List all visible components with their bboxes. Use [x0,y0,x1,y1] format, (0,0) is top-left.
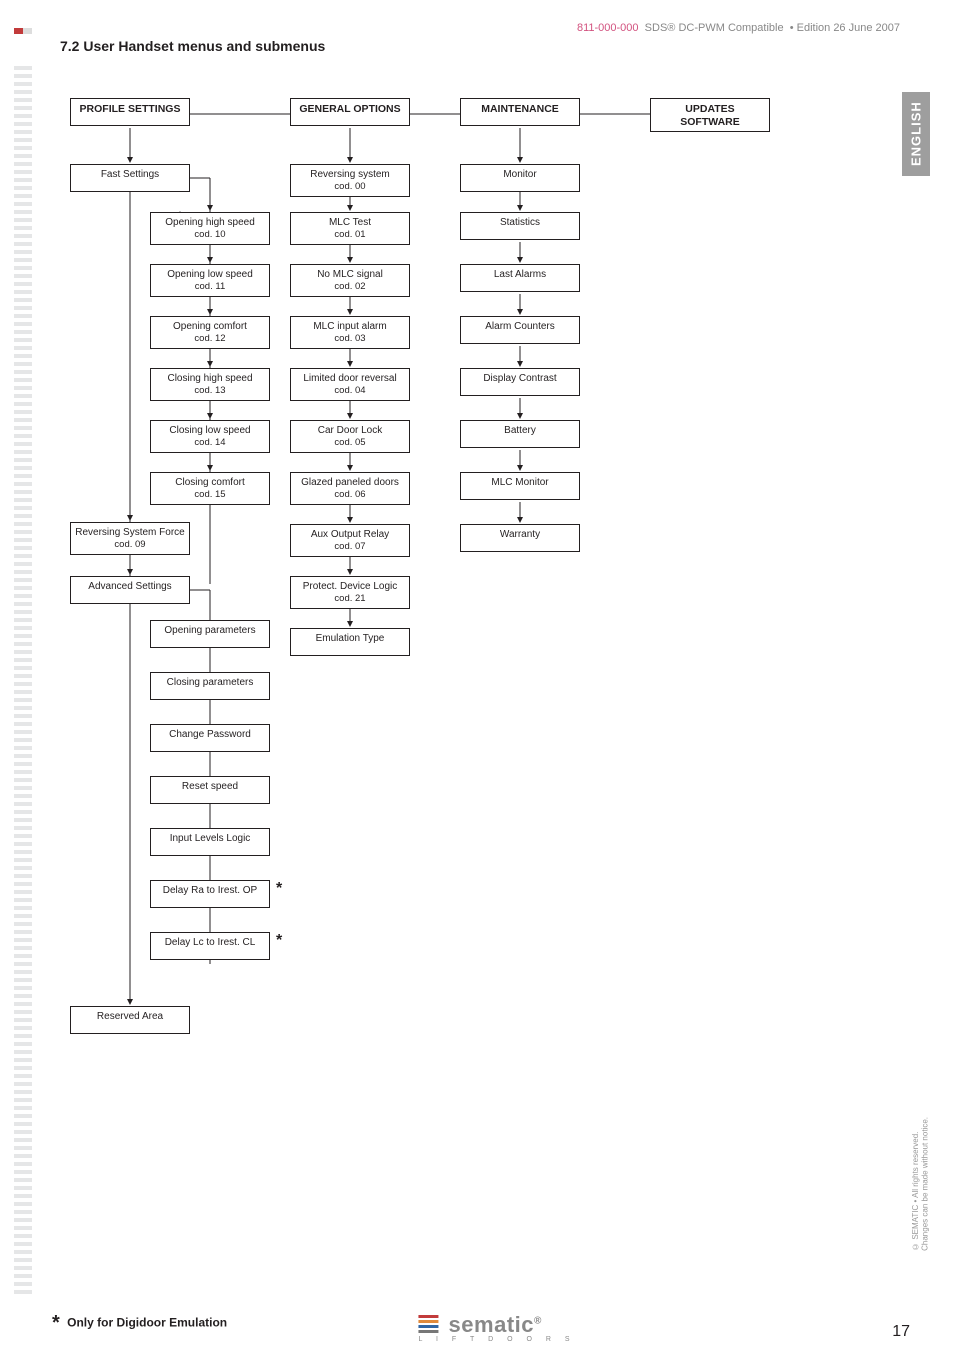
node-closing-high-speed: Closing high speed cod. 13 [150,368,270,401]
node-emulation-type: Emulation Type [290,628,410,656]
node-glazed-paneled-doors: Glazed paneled doors cod. 06 [290,472,410,505]
label: Limited door reversal [303,373,396,384]
node-opening-parameters: Opening parameters [150,620,270,648]
label: Reversing System Force [75,527,184,538]
node-closing-parameters: Closing parameters [150,672,270,700]
label: Protect. Device Logic [303,581,398,592]
code: cod. 10 [155,229,265,240]
node-reset-speed: Reset speed [150,776,270,804]
code: cod. 21 [295,593,405,604]
logo-bars-icon [418,1315,438,1335]
node-change-password: Change Password [150,724,270,752]
header-doc-info: 811-000-000 SDS® DC-PWM Compatible • Edi… [577,22,900,34]
root-profile-settings: PROFILE SETTINGS [70,98,190,126]
code: cod. 06 [295,489,405,500]
label: Car Door Lock [318,425,382,436]
node-display-contrast: Display Contrast [460,368,580,396]
node-mlc-input-alarm: MLC input alarm cod. 03 [290,316,410,349]
language-tab: ENGLISH [902,92,930,176]
label: MLC input alarm [313,321,386,332]
code: cod. 03 [295,333,405,344]
code: cod. 04 [295,385,405,396]
node-statistics: Statistics [460,212,580,240]
code: cod. 05 [295,437,405,448]
header-product: SDS® DC-PWM Compatible [645,22,784,34]
label: Opening comfort [173,321,247,332]
root-updates-software: UPDATES SOFTWARE [650,98,770,132]
label: Aux Output Relay [311,529,389,540]
node-closing-comfort: Closing comfort cod. 15 [150,472,270,505]
label: Glazed paneled doors [301,477,399,488]
label: Opening high speed [165,217,255,228]
label: Closing low speed [169,425,250,436]
label: Closing comfort [175,477,244,488]
page-number: 17 [892,1323,910,1341]
brand-logo: sematic® L I F T D O O R S [384,1312,575,1343]
code: cod. 00 [295,181,405,192]
node-reversing-system-force: Reversing System Force cod. 09 [70,522,190,555]
code: cod. 11 [155,281,265,292]
code: cod. 02 [295,281,405,292]
asterisk-icon: * [52,1312,60,1334]
label: Closing high speed [167,373,252,384]
node-car-door-lock: Car Door Lock cod. 05 [290,420,410,453]
code: cod. 15 [155,489,265,500]
footnote-text: Only for Digidoor Emulation [67,1316,227,1330]
code: cod. 09 [75,539,185,550]
node-opening-comfort: Opening comfort cod. 12 [150,316,270,349]
node-aux-output-relay: Aux Output Relay cod. 07 [290,524,410,557]
node-opening-low-speed: Opening low speed cod. 11 [150,264,270,297]
node-closing-low-speed: Closing low speed cod. 14 [150,420,270,453]
asterisk-icon: * [276,880,282,898]
root-maintenance: MAINTENANCE [460,98,580,126]
header-docnum: 811-000-000 [577,22,639,34]
node-delay-ra-irest-op: Delay Ra to Irest. OP [150,880,270,908]
node-reversing-system: Reversing system cod. 00 [290,164,410,197]
node-last-alarms: Last Alarms [460,264,580,292]
node-delay-lc-irest-cl: Delay Lc to Irest. CL [150,932,270,960]
logo-tagline: L I F T D O O R S [418,1336,575,1343]
node-alarm-counters: Alarm Counters [460,316,580,344]
code: cod. 07 [295,541,405,552]
footnote: * Only for Digidoor Emulation [52,1312,227,1335]
code: cod. 14 [155,437,265,448]
node-input-levels-logic: Input Levels Logic [150,828,270,856]
code: cod. 12 [155,333,265,344]
label: No MLC signal [317,269,383,280]
node-warranty: Warranty [460,524,580,552]
node-no-mlc-signal: No MLC signal cod. 02 [290,264,410,297]
asterisk-icon: * [276,932,282,950]
node-advanced-settings: Advanced Settings [70,576,190,604]
label: Reversing system [310,169,389,180]
node-battery: Battery [460,420,580,448]
root-general-options: GENERAL OPTIONS [290,98,410,126]
node-fast-settings: Fast Settings [70,164,190,192]
node-mlc-monitor: MLC Monitor [460,472,580,500]
logo-name: sematic® [449,1312,542,1338]
code: cod. 13 [155,385,265,396]
code: cod. 01 [295,229,405,240]
label: Opening low speed [167,269,253,280]
node-opening-high-speed: Opening high speed cod. 10 [150,212,270,245]
section-title: 7.2 User Handset menus and submenus [60,38,920,54]
header-edition: Edition 26 June 2007 [797,22,900,34]
node-monitor: Monitor [460,164,580,192]
node-reserved-area: Reserved Area [70,1006,190,1034]
node-protect-device-logic: Protect. Device Logic cod. 21 [290,576,410,609]
page: 811-000-000 SDS® DC-PWM Compatible • Edi… [0,0,960,1284]
node-limited-door-reversal: Limited door reversal cod. 04 [290,368,410,401]
node-mlc-test: MLC Test cod. 01 [290,212,410,245]
flowchart: PROFILE SETTINGS GENERAL OPTIONS MAINTEN… [50,84,870,1284]
copyright-text: © SEMATIC • All rights reserved. Changes… [911,1117,930,1251]
label: MLC Test [329,217,371,228]
